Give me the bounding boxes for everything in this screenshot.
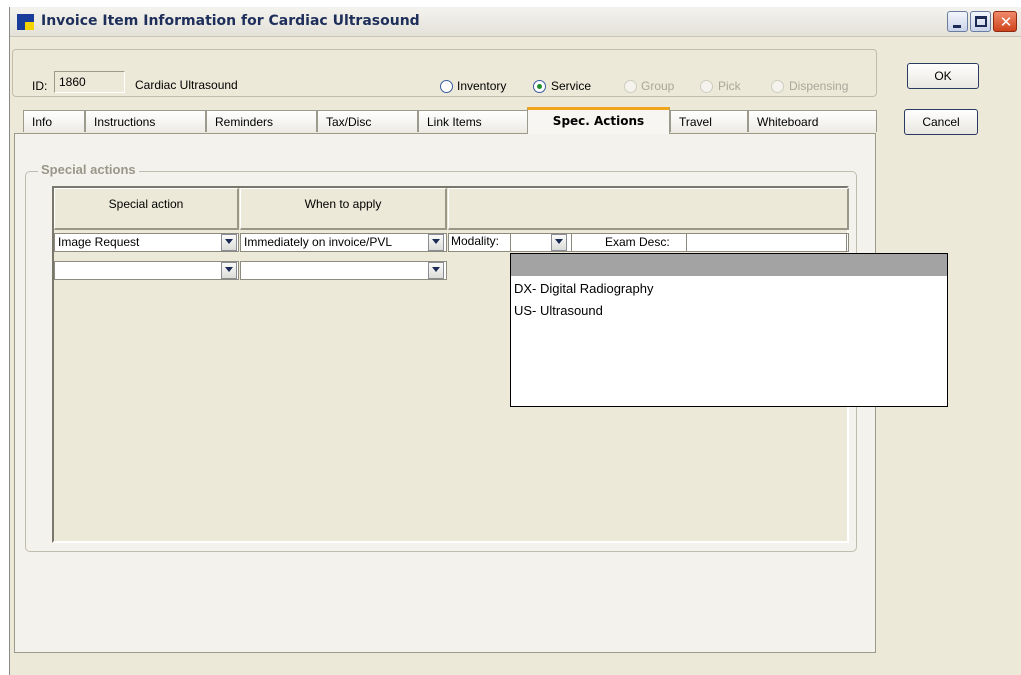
- special-action-dropdown-button[interactable]: [221, 234, 237, 251]
- modality-dropdown-list[interactable]: [510, 253, 948, 407]
- inventory-radio[interactable]: [440, 80, 453, 93]
- app-icon: [17, 14, 34, 30]
- pick-radio: [700, 80, 713, 93]
- chevron-down-icon: [432, 267, 440, 272]
- dispensing-radio: [771, 80, 784, 93]
- when-to-apply-select[interactable]: Immediately on invoice/PVL: [240, 233, 447, 252]
- ok-button[interactable]: OK: [907, 63, 979, 89]
- column-header-when-to-apply[interactable]: When to apply: [240, 188, 447, 230]
- inventory-radio-label[interactable]: Inventory: [457, 79, 506, 93]
- exam-desc-label: Exam Desc:: [605, 235, 670, 249]
- tab-instructions[interactable]: Instructions: [85, 110, 206, 132]
- exam-desc-input[interactable]: [686, 233, 847, 252]
- minimize-icon: [953, 25, 961, 28]
- window-title: Invoice Item Information for Cardiac Ult…: [41, 13, 420, 29]
- item-name: Cardiac Ultrasound: [135, 78, 238, 92]
- maximize-button[interactable]: [970, 11, 991, 32]
- chevron-down-icon: [555, 239, 563, 244]
- tab-spec-actions[interactable]: Spec. Actions: [527, 107, 670, 134]
- tab-reminders[interactable]: Reminders: [206, 110, 317, 132]
- title-bar[interactable]: Invoice Item Information for Cardiac Ult…: [10, 7, 1021, 37]
- column-header-details: [448, 188, 849, 230]
- pick-radio-label: Pick: [718, 79, 741, 93]
- close-icon: ✕: [999, 13, 1013, 31]
- minimize-button[interactable]: [947, 11, 968, 32]
- column-header-special-action[interactable]: Special action: [54, 188, 239, 230]
- when-to-apply-dropdown-button-row2[interactable]: [428, 262, 444, 279]
- group-radio: [624, 80, 637, 93]
- modality-option-empty[interactable]: [511, 254, 947, 276]
- chevron-down-icon: [225, 239, 233, 244]
- special-action-select-row2[interactable]: [54, 261, 239, 280]
- modality-dropdown-button[interactable]: [551, 234, 567, 251]
- dispensing-radio-label: Dispensing: [789, 79, 849, 93]
- selected-dot-icon: [537, 84, 542, 89]
- id-label: ID:: [32, 79, 48, 93]
- maximize-icon: [975, 16, 987, 27]
- service-radio[interactable]: [533, 80, 546, 93]
- modality-option-dx[interactable]: DX- Digital Radiography: [514, 281, 653, 296]
- chevron-down-icon: [432, 239, 440, 244]
- id-field[interactable]: 1860: [54, 71, 125, 93]
- close-button[interactable]: ✕: [993, 11, 1017, 32]
- modality-option-us[interactable]: US- Ultrasound: [514, 303, 603, 318]
- modality-label: Modality:: [451, 234, 500, 248]
- tab-travel[interactable]: Travel: [670, 110, 748, 132]
- when-to-apply-dropdown-button[interactable]: [428, 234, 444, 251]
- group-radio-label: Group: [641, 79, 675, 93]
- tab-tax-disc[interactable]: Tax/Disc: [317, 110, 418, 132]
- chevron-down-icon: [225, 267, 233, 272]
- tab-info[interactable]: Info: [23, 110, 85, 132]
- special-actions-title: Special actions: [38, 162, 139, 177]
- when-to-apply-select-row2[interactable]: [240, 261, 447, 280]
- service-radio-label[interactable]: Service: [551, 79, 591, 93]
- tab-link-items[interactable]: Link Items: [418, 110, 528, 132]
- cancel-button[interactable]: Cancel: [904, 109, 978, 135]
- tab-whiteboard[interactable]: Whiteboard: [748, 110, 877, 132]
- special-action-dropdown-button-row2[interactable]: [221, 262, 237, 279]
- special-action-select[interactable]: Image Request: [54, 233, 239, 252]
